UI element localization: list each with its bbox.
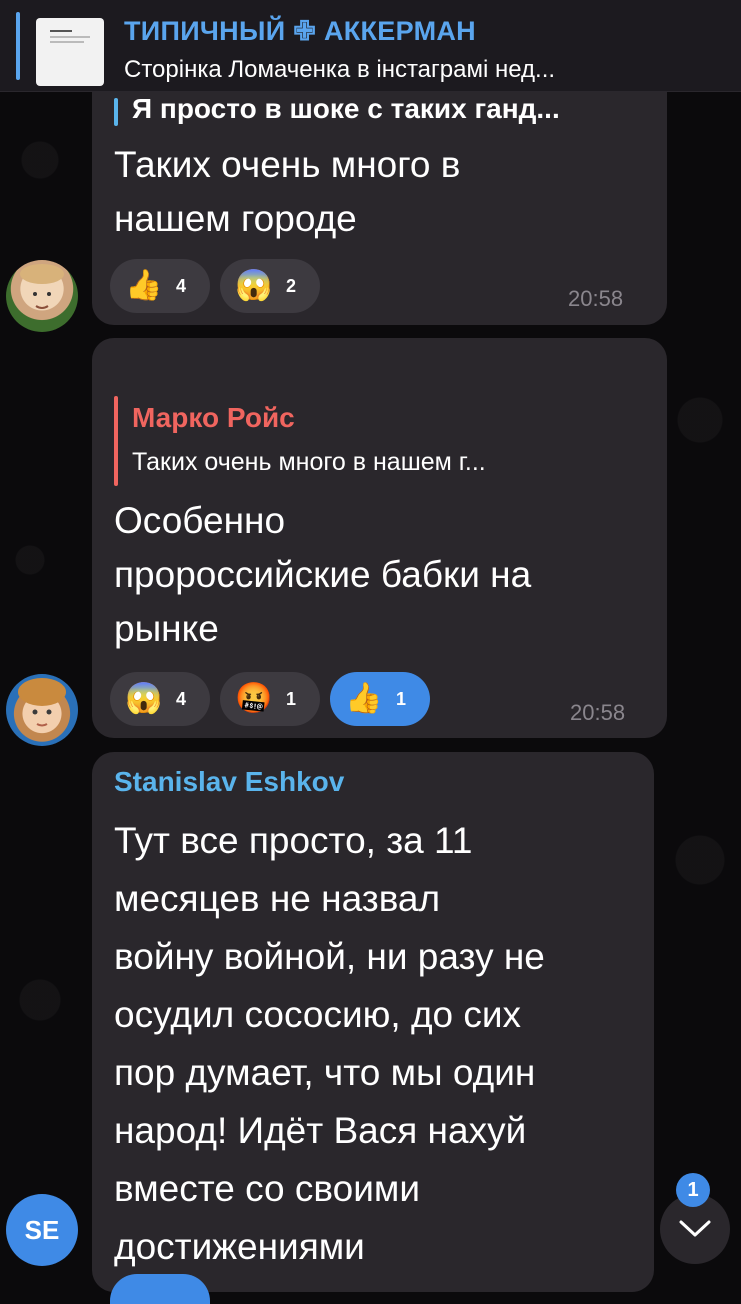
thumbs-up-icon: 👍 xyxy=(345,682,383,715)
scream-face-icon: 😱 xyxy=(235,269,273,302)
chevron-down-icon xyxy=(679,1220,711,1237)
message-text-line: достижениями xyxy=(114,1226,365,1267)
message-text: Таких очень много в нашем городе xyxy=(114,138,460,246)
pinned-preview-text: Сторінка Ломаченка в інстаграмі нед... xyxy=(124,56,556,83)
message-bubble[interactable]: Марко Ройс Таких очень много в нашем г..… xyxy=(92,338,667,738)
user-photo-icon xyxy=(20,264,64,309)
reply-accent-bar xyxy=(114,396,118,486)
avatar[interactable]: SE xyxy=(6,1194,78,1266)
message-text-line: Таких очень много в xyxy=(114,144,461,185)
avatar[interactable] xyxy=(6,260,78,332)
reaction-count: 1 xyxy=(396,688,407,709)
message-text-line: пророссийские бабки на xyxy=(114,554,532,595)
message-text: Тут все просто, за 11 месяцев не назвал … xyxy=(114,812,545,1276)
message-text-line: нашем городе xyxy=(114,198,357,239)
reaction-count: 4 xyxy=(176,688,187,709)
reply-sender-name: Марко Ройс xyxy=(132,402,295,433)
message-text-line: Тут все просто, за 11 xyxy=(114,820,473,861)
message-text: Особенно пророссийские бабки на рынке xyxy=(114,494,531,656)
pinned-thumbnail xyxy=(36,18,104,86)
message-text-line: вместе со своими xyxy=(114,1168,421,1209)
reaction-scream[interactable]: 😱 2 xyxy=(220,259,320,313)
scream-face-icon: 😱 xyxy=(125,682,163,715)
sender-name[interactable]: Stanislav Eshkov xyxy=(114,766,344,798)
unread-count-badge: 1 xyxy=(676,1173,710,1207)
user-photo-icon xyxy=(18,678,66,727)
message-text-line: Особенно xyxy=(114,500,286,541)
message-text-line: месяцев не назвал xyxy=(114,878,441,919)
reaction-scream[interactable]: 😱 4 xyxy=(110,672,210,726)
avatar-initials: SE xyxy=(24,1214,60,1245)
reaction-count: 4 xyxy=(176,275,187,296)
reply-preview-text: Таких очень много в нашем г... xyxy=(132,448,486,476)
pinned-title: ТИПИЧНЫЙ ✙ АККЕРМАН xyxy=(124,16,476,46)
message-bubble[interactable]: Stanislav Eshkov Тут все просто, за 11 м… xyxy=(92,752,654,1304)
avatar[interactable] xyxy=(6,674,78,746)
message-text-line: войну войной, ни разу не xyxy=(114,936,545,977)
message-text-line: пор думает, что мы один xyxy=(114,1052,536,1093)
reaction-thumbs-up[interactable]: 👍 1 xyxy=(330,672,430,726)
message-text-line: осудил сососию, до сих xyxy=(114,994,522,1035)
message-bubble[interactable]: Я просто в шоке с таких ганд... Таких оч… xyxy=(92,92,667,325)
message-text-line: народ! Идёт Вася нахуй xyxy=(114,1110,527,1151)
pinned-message-bar[interactable]: ТИПИЧНЫЙ ✙ АККЕРМАН Сторінка Ломаченка в… xyxy=(0,0,741,92)
message-text-line: рынке xyxy=(114,608,219,649)
pinned-accent-line xyxy=(16,12,20,80)
reply-preview[interactable]: Марко Ройс Таких очень много в нашем г..… xyxy=(92,396,667,486)
reaction-partial[interactable] xyxy=(110,1274,210,1304)
reply-preview-text: Я просто в шоке с таких ганд... xyxy=(132,93,560,124)
message-time: 20:58 xyxy=(570,700,626,725)
message-time: 20:58 xyxy=(568,286,624,311)
reaction-thumbs-up[interactable]: 👍 4 xyxy=(110,259,210,313)
reaction-count: 1 xyxy=(286,688,297,709)
reaction-cursing-face[interactable]: 🤬 1 xyxy=(220,672,320,726)
cursing-face-icon: 🤬 xyxy=(235,682,273,715)
reaction-count: 2 xyxy=(286,275,297,296)
reply-accent-bar xyxy=(114,98,118,126)
reply-preview[interactable]: Я просто в шоке с таких ганд... xyxy=(92,92,667,128)
thumbs-up-icon: 👍 xyxy=(125,269,163,302)
